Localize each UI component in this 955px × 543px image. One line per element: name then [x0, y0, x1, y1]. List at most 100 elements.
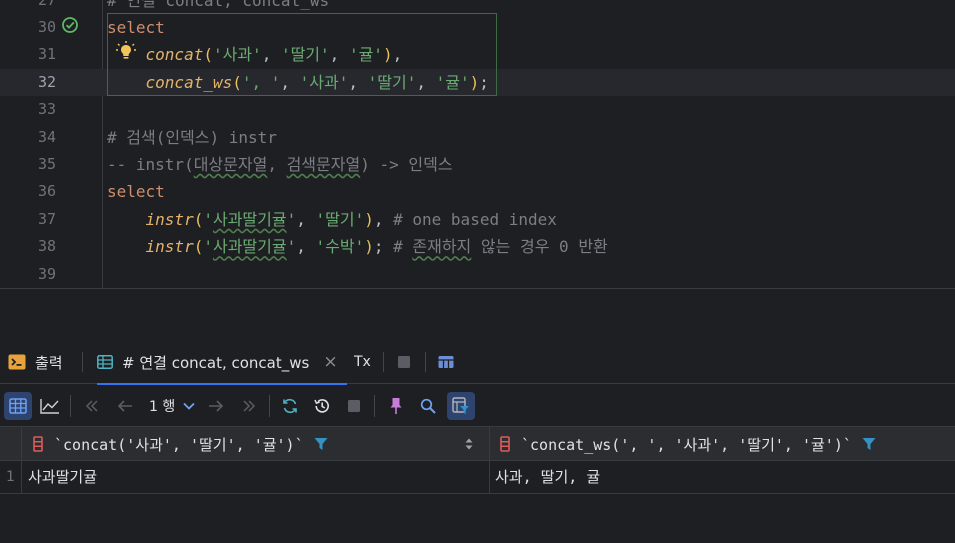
prev-page-button[interactable]	[111, 392, 139, 420]
column-header-concat-ws[interactable]: `concat_ws(', ', '사과', '딸기', '귤')`	[500, 427, 876, 461]
toolbar-divider	[269, 395, 270, 417]
code-token: ,	[280, 72, 300, 92]
result-grid[interactable]: `concat('사과', '딸기', '귤')` `concat_ws(', …	[0, 427, 955, 543]
stop-icon	[398, 356, 410, 368]
code-token: instr	[145, 237, 194, 257]
code-token: ,	[348, 72, 368, 92]
code-text: -- instr(대상문자열, 검색문자열) -> 인덱스	[107, 151, 453, 178]
tab-result[interactable]: # 연결 concat, concat_ws ×	[97, 340, 347, 385]
execution-success-icon[interactable]	[61, 16, 79, 34]
code-text: # 연결 concat, concat_ws	[107, 0, 329, 14]
refresh-button[interactable]	[276, 392, 304, 420]
code-text: instr('사과딸기귤', '딸기'), # one based index	[107, 206, 557, 233]
sort-icon[interactable]	[465, 438, 473, 450]
column-header-concat[interactable]: `concat('사과', '딸기', '귤')`	[33, 427, 328, 461]
table-cell[interactable]: 사과, 딸기, 귤	[495, 461, 600, 494]
chevron-down-icon	[183, 402, 195, 410]
code-token: ) -> 인덱스	[360, 155, 453, 174]
layout-icon	[438, 356, 454, 368]
code-token: (	[232, 72, 242, 92]
code-token: 존재하지	[412, 237, 472, 257]
history-icon	[314, 399, 329, 413]
arrow-right-icon	[209, 400, 224, 412]
filter-icon[interactable]	[862, 437, 876, 451]
code-token: # 연결 concat, concat_ws	[107, 0, 330, 10]
close-icon[interactable]: ×	[323, 352, 337, 372]
row-number-header	[0, 427, 22, 461]
layout-button[interactable]	[438, 340, 454, 384]
history-button[interactable]	[308, 392, 336, 420]
code-line[interactable]: 37 instr('사과딸기귤', '딸기'), # one based ind…	[0, 206, 955, 233]
tab-divider	[383, 352, 384, 372]
lightbulb-icon[interactable]	[115, 40, 137, 62]
row-count-label: 1 행	[149, 399, 176, 415]
code-line[interactable]: 39	[0, 261, 955, 288]
code-line[interactable]: 32 concat_ws(', ', '사과', '딸기', '귤');	[0, 68, 955, 97]
code-line[interactable]: 38 instr('사과딸기귤', '수박'); # 존재하지 않는 경우 0 …	[0, 233, 955, 260]
code-token: )	[469, 72, 480, 92]
code-token: concat	[145, 45, 204, 65]
tab-divider	[425, 352, 426, 372]
chart-icon	[40, 399, 59, 414]
code-token: ,	[261, 45, 281, 65]
tool-window-tabbar: 출력 # 연결 concat, concat_ws × Tx	[0, 340, 955, 385]
line-number: 30	[37, 18, 56, 36]
chart-view-button[interactable]	[36, 392, 64, 420]
code-line[interactable]: 35 -- instr(대상문자열, 검색문자열) -> 인덱스	[0, 151, 955, 178]
filter-toggle-button[interactable]	[447, 392, 475, 420]
code-token: 사과딸기귤	[212, 237, 287, 257]
code-text: select	[107, 14, 165, 41]
column-header-label: `concat('사과', '딸기', '귤')`	[54, 435, 304, 454]
panel-splitter[interactable]	[0, 288, 955, 340]
double-chevron-left-icon	[85, 400, 98, 412]
code-line[interactable]: 33	[0, 96, 955, 123]
toolbar-divider	[70, 395, 71, 417]
table-icon	[97, 355, 113, 369]
tab-output[interactable]: 출력	[8, 340, 63, 384]
code-token: '귤'	[435, 72, 470, 92]
code-editor[interactable]: 27 # 연결 concat, concat_ws 30 select 31 conca…	[0, 0, 955, 288]
code-token: '귤'	[348, 45, 383, 65]
column-icon	[33, 436, 43, 452]
first-page-button[interactable]	[78, 392, 106, 420]
code-token: select	[107, 182, 165, 202]
table-cell[interactable]: 사과딸기귤	[28, 461, 97, 494]
pin-tab-button[interactable]	[382, 392, 410, 420]
code-line[interactable]: 36 select	[0, 178, 955, 205]
code-token: ,	[267, 155, 287, 174]
code-line[interactable]: 34 # 검색(인덱스) instr	[0, 124, 955, 151]
line-number: 33	[37, 100, 56, 119]
line-number: 35	[37, 155, 56, 173]
code-token: ,	[392, 45, 403, 65]
code-token: 않는 경우 0 반환	[471, 237, 608, 257]
line-number: 38	[37, 237, 56, 256]
next-page-button[interactable]	[202, 392, 230, 420]
filter-icon[interactable]	[314, 437, 328, 451]
code-token: ,	[373, 209, 394, 229]
cancel-query-button[interactable]	[340, 392, 368, 420]
code-line[interactable]: 27 # 연결 concat, concat_ws	[0, 0, 955, 14]
code-token: (	[203, 45, 213, 65]
code-token: ,	[296, 209, 316, 229]
tab-divider	[82, 352, 83, 372]
code-token: (	[193, 209, 204, 229]
code-line[interactable]: 30 select	[0, 14, 955, 41]
result-toolbar: 1 행	[0, 385, 955, 427]
code-token: '	[286, 237, 297, 257]
code-token: concat_ws	[145, 72, 233, 92]
search-button[interactable]	[414, 392, 442, 420]
code-text: instr('사과딸기귤', '수박'); # 존재하지 않는 경우 0 반환	[107, 233, 608, 260]
table-row[interactable]: 1 사과딸기귤 사과, 딸기, 귤	[0, 461, 955, 494]
code-line[interactable]: 31 concat('사과', '딸기', '귤'),	[0, 41, 955, 68]
code-token: (	[193, 237, 204, 257]
code-token: '수박'	[315, 237, 365, 257]
last-page-button[interactable]	[235, 392, 263, 420]
transaction-button[interactable]: Tx	[354, 340, 371, 384]
row-count-selector[interactable]: 1 행	[149, 392, 195, 420]
code-text: concat('사과', '딸기', '귤'),	[107, 41, 403, 68]
stop-button[interactable]	[397, 340, 411, 384]
table-view-button[interactable]	[4, 392, 32, 420]
arrow-left-icon	[117, 400, 132, 412]
tx-label: Tx	[354, 354, 371, 370]
